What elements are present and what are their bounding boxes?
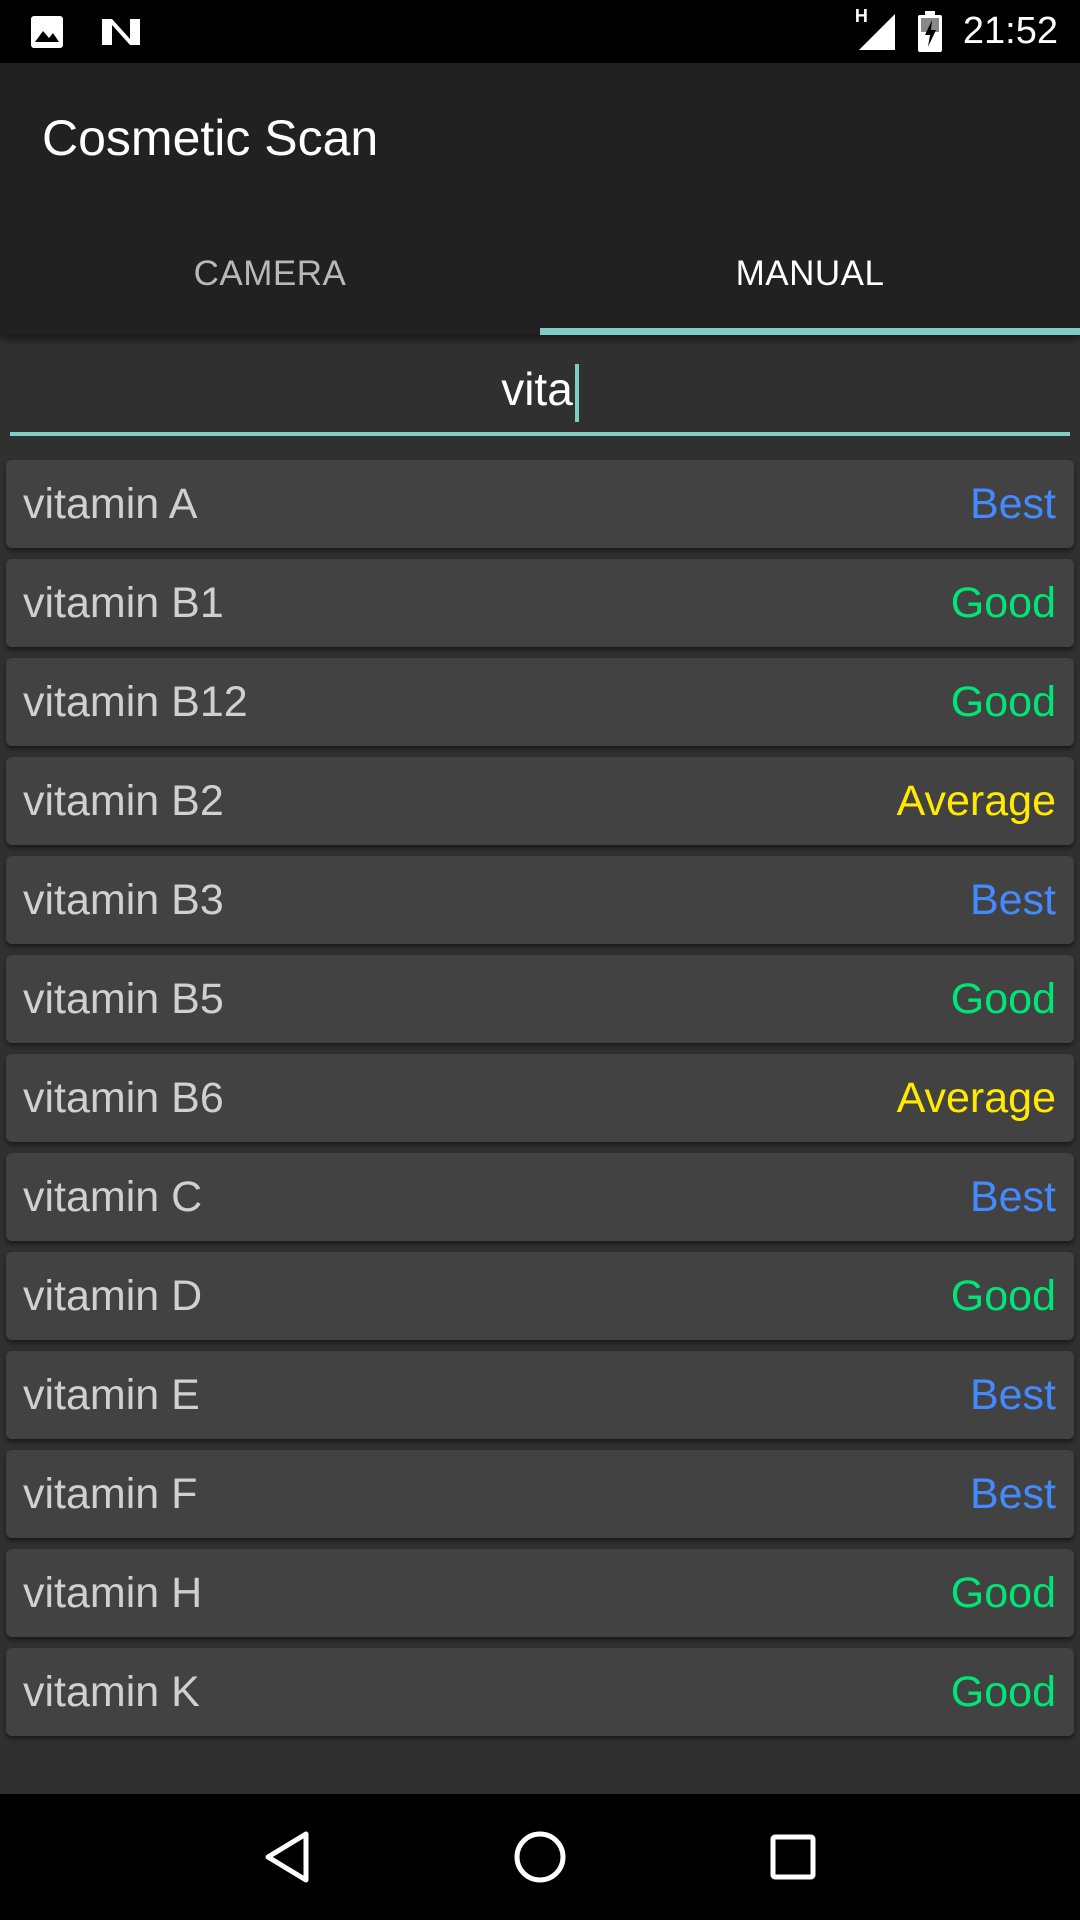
status-right: H 21:52: [855, 6, 1058, 53]
list-item[interactable]: vitamin H Good: [6, 1549, 1074, 1637]
text-cursor: [574, 363, 579, 422]
ingredient-rating: Good: [950, 1271, 1056, 1320]
search-field[interactable]: vita: [10, 348, 1070, 436]
app-title: Cosmetic Scan: [42, 110, 379, 166]
ingredient-rating: Best: [969, 479, 1056, 528]
list-item[interactable]: vitamin A Best: [6, 460, 1074, 548]
status-bar: H 21:52: [0, 0, 1080, 63]
ingredient-rating: Good: [950, 578, 1056, 627]
list-item[interactable]: vitamin E Best: [6, 1351, 1074, 1439]
ingredient-name: vitamin D: [23, 1271, 203, 1320]
ingredient-rating: Best: [969, 1469, 1056, 1518]
ingredient-rating: Good: [950, 1568, 1056, 1617]
image-notification-icon: [30, 15, 64, 49]
ingredient-name: vitamin F: [23, 1469, 198, 1518]
tab-bar: CAMERA MANUAL: [0, 213, 1080, 335]
ingredient-rating: Good: [950, 1667, 1056, 1716]
ingredient-name: vitamin B3: [23, 875, 224, 924]
n-app-notification-icon: [100, 15, 142, 49]
back-triangle-icon: [262, 1830, 312, 1884]
clock: 21:52: [962, 10, 1058, 52]
ingredient-rating: Best: [969, 875, 1056, 924]
search-text: vita: [501, 363, 573, 415]
home-button[interactable]: [495, 1812, 585, 1902]
tab-manual[interactable]: MANUAL: [540, 213, 1080, 335]
tab-camera[interactable]: CAMERA: [0, 213, 540, 335]
list-item[interactable]: vitamin K Good: [6, 1648, 1074, 1736]
status-left: [30, 15, 142, 49]
cell-signal-icon: H: [855, 6, 897, 52]
list-item[interactable]: vitamin B3 Best: [6, 856, 1074, 944]
ingredient-name: vitamin B2: [23, 776, 224, 825]
ingredient-list[interactable]: vitamin A Best vitamin B1 Good vitamin B12 Go…: [6, 460, 1074, 1747]
ingredient-name: vitamin B1: [23, 578, 224, 627]
ingredient-name: vitamin A: [23, 479, 198, 528]
ingredient-name: vitamin K: [23, 1667, 200, 1716]
back-button[interactable]: [242, 1812, 332, 1902]
ingredient-rating: Good: [950, 974, 1056, 1023]
list-item[interactable]: vitamin B1 Good: [6, 559, 1074, 647]
app-bar: Cosmetic Scan CAMERA MANUAL: [0, 63, 1080, 335]
ingredient-rating: Best: [969, 1172, 1056, 1221]
ingredient-name: vitamin E: [23, 1370, 200, 1419]
battery-charging-icon: [917, 10, 943, 53]
list-item[interactable]: vitamin B2 Average: [6, 757, 1074, 845]
search-field-value-display: vita: [10, 362, 1070, 422]
list-item[interactable]: vitamin B6 Average: [6, 1054, 1074, 1142]
network-type-label: H: [854, 5, 868, 26]
ingredient-rating: Best: [969, 1370, 1056, 1419]
home-circle-icon: [513, 1830, 567, 1884]
ingredient-name: vitamin C: [23, 1172, 203, 1221]
list-item[interactable]: vitamin F Best: [6, 1450, 1074, 1538]
ingredient-rating: Average: [896, 776, 1056, 825]
ingredient-name: vitamin B12: [23, 677, 248, 726]
ingredient-rating: Average: [896, 1073, 1056, 1122]
list-item[interactable]: vitamin C Best: [6, 1153, 1074, 1241]
recents-square-icon: [769, 1833, 817, 1881]
list-item[interactable]: vitamin B5 Good: [6, 955, 1074, 1043]
recents-button[interactable]: [748, 1812, 838, 1902]
ingredient-rating: Good: [950, 677, 1056, 726]
ingredient-name: vitamin B6: [23, 1073, 224, 1122]
list-item[interactable]: vitamin D Good: [6, 1252, 1074, 1340]
ingredient-name: vitamin B5: [23, 974, 224, 1023]
ingredient-name: vitamin H: [23, 1568, 203, 1617]
screen: H 21:52 Cosmetic Scan CAMERA MANUAL vita…: [0, 0, 1080, 1920]
navigation-bar: [0, 1794, 1080, 1920]
list-item[interactable]: vitamin B12 Good: [6, 658, 1074, 746]
